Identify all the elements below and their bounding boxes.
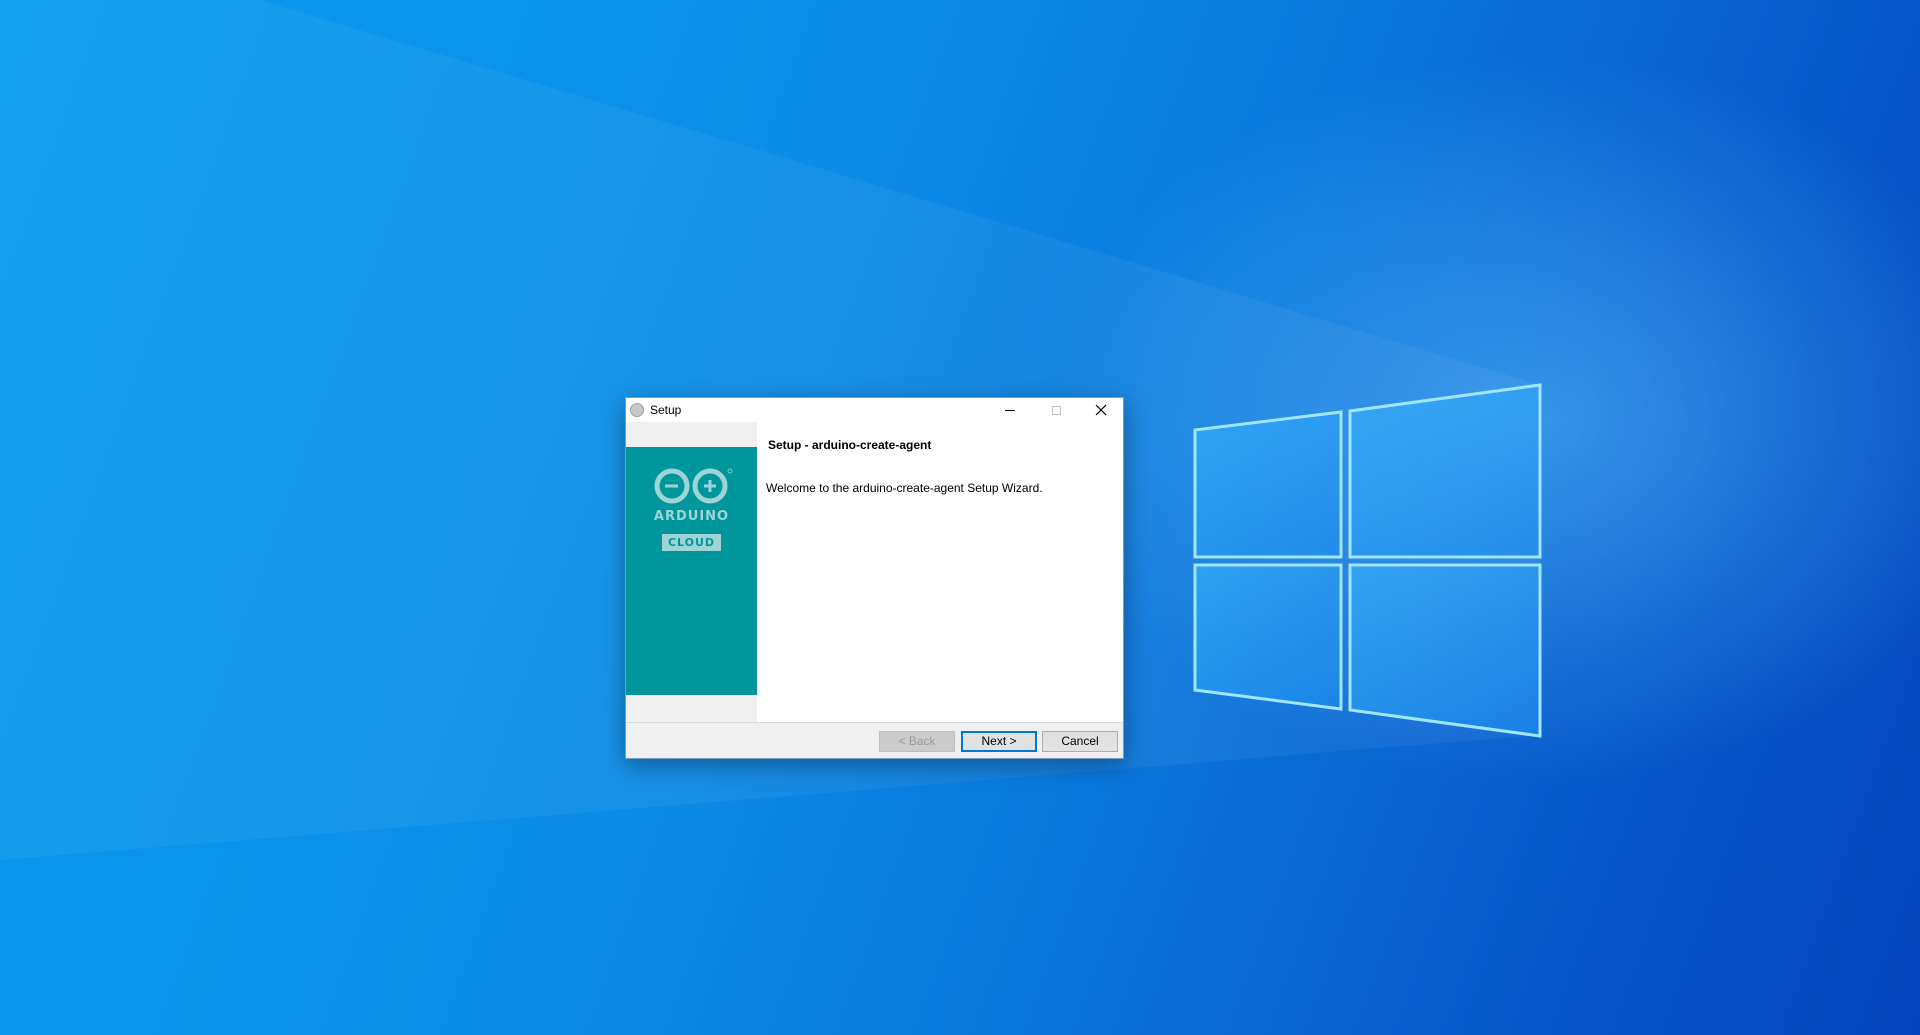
- title-bar[interactable]: Setup: [626, 398, 1123, 422]
- button-bar: < Back Next > Cancel: [626, 722, 1123, 758]
- maximize-button[interactable]: [1034, 398, 1078, 422]
- logo-cloud-badge: CLOUD: [662, 534, 721, 551]
- back-button[interactable]: < Back: [879, 731, 955, 752]
- app-icon: [630, 403, 644, 417]
- close-button[interactable]: [1079, 398, 1123, 422]
- welcome-text: Welcome to the arduino-create-agent Setu…: [766, 481, 1043, 495]
- desktop: Setup ARDUINO CLOUD Setup - arduino-crea…: [0, 0, 1920, 1035]
- arduino-cloud-logo: ARDUINO CLOUD: [626, 447, 757, 695]
- window-title: Setup: [650, 403, 682, 417]
- setup-dialog: Setup ARDUINO CLOUD Setup - arduino-crea…: [625, 397, 1124, 759]
- next-button[interactable]: Next >: [961, 731, 1037, 752]
- logo-wordmark: ARDUINO: [653, 509, 730, 524]
- infinity-icon: [654, 468, 733, 504]
- wizard-sidebar: ARDUINO CLOUD: [626, 422, 757, 722]
- minimize-icon: [1005, 409, 1015, 411]
- wizard-content: Setup - arduino-create-agent Welcome to …: [757, 422, 1123, 722]
- maximize-icon: [1051, 405, 1061, 415]
- wizard-heading: Setup - arduino-create-agent: [768, 438, 932, 452]
- cancel-button[interactable]: Cancel: [1042, 731, 1118, 752]
- close-icon: [1095, 404, 1107, 416]
- minimize-button[interactable]: [988, 398, 1032, 422]
